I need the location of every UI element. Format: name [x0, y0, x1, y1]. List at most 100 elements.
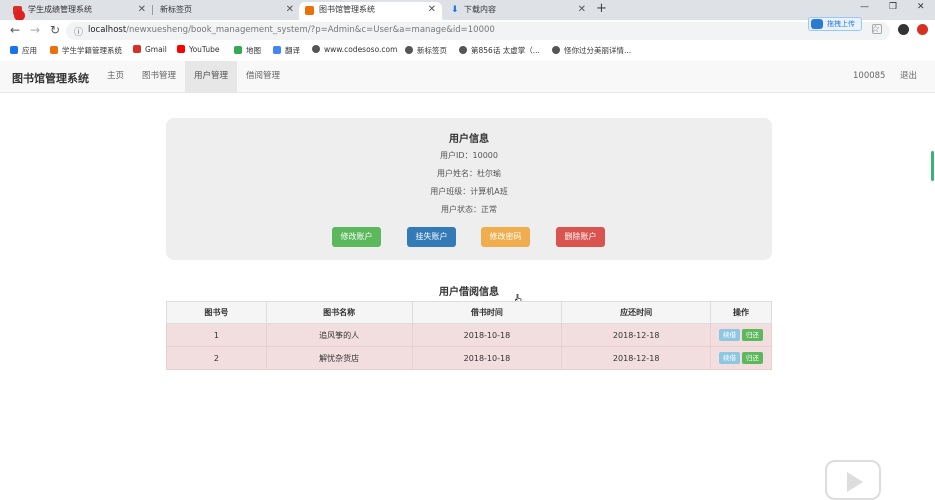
logout-link[interactable]: 退出: [900, 61, 917, 92]
info-icon[interactable]: ⓘ: [74, 25, 83, 38]
actions-cell: 续借 归还: [710, 346, 772, 370]
bookmark-episode-856[interactable]: 第856话 太虚掌（...: [459, 45, 540, 56]
bookmark-label: YouTube: [189, 45, 220, 54]
bookmark-label: 学生学籍管理系统: [62, 46, 122, 55]
actions-cell: 续借 归还: [710, 323, 772, 347]
due-date-cell: 2018-12-18: [561, 346, 712, 370]
renew-button[interactable]: 续借: [719, 352, 741, 364]
column-header: 图书名称: [265, 301, 413, 324]
renew-button[interactable]: 续借: [719, 329, 741, 341]
column-header: 操作: [710, 301, 772, 324]
apps-grid-icon: [10, 46, 18, 54]
url-input[interactable]: ⓘ localhost/newxuesheng/book_management_…: [66, 22, 890, 40]
back-arrow-icon[interactable]: ←: [10, 23, 20, 37]
recording-label: Rec: [33, 12, 46, 20]
nav-user-management[interactable]: 用户管理: [185, 61, 238, 92]
user-status-line: 用户状态：正常: [441, 205, 497, 214]
gmail-icon: [133, 45, 141, 53]
bookmark-label: 应用: [22, 46, 37, 55]
close-tab-icon[interactable]: ✕: [428, 2, 436, 18]
change-password-button[interactable]: 修改密码: [481, 227, 530, 247]
table-row: 1 追风筝的人 2018-10-18 2018-12-18 续借 归还: [166, 323, 772, 347]
bookmark-student-system[interactable]: 学生学籍管理系统: [50, 45, 122, 56]
nav-home[interactable]: 主页: [98, 61, 133, 92]
borrow-date-cell: 2018-10-18: [411, 323, 563, 347]
delete-account-button[interactable]: 删除账户: [556, 227, 605, 247]
play-triangle-icon: [847, 472, 863, 492]
forward-arrow-icon[interactable]: →: [30, 23, 40, 37]
upload-label: 拖拽上传: [827, 20, 855, 28]
book-name-cell: 解忧杂货店: [265, 346, 413, 370]
current-user-id[interactable]: 100085: [853, 61, 885, 92]
bookmark-song-details[interactable]: 怪你过分美丽详情...: [552, 45, 631, 56]
globe-icon: [552, 46, 560, 54]
tab-downloads[interactable]: ⬇ 下载内容 ✕: [442, 2, 592, 20]
plus-icon[interactable]: +: [596, 1, 607, 16]
close-tab-icon[interactable]: ✕: [138, 2, 146, 18]
drag-upload-button[interactable]: 拖拽上传: [808, 17, 862, 31]
bookmark-codesoso[interactable]: www.codesoso.com: [312, 45, 397, 54]
user-name-line: 用户姓名：杜尔瑜: [437, 169, 501, 178]
book-id-cell: 1: [166, 323, 267, 347]
globe-icon: [405, 46, 413, 54]
maps-icon: [234, 46, 242, 54]
maximize-icon[interactable]: ❐: [889, 2, 897, 12]
bookmarks-bar: 应用 学生学籍管理系统 Gmail YouTube 地图 翻译 www.code…: [0, 42, 935, 59]
bookmark-label: www.codesoso.com: [324, 45, 398, 54]
user-info-panel: 用户信息 用户ID：10000 用户姓名：杜尔瑜 用户班级：计算机A班 用户状态…: [166, 118, 772, 260]
column-header: 借书时间: [411, 301, 563, 324]
user-info-title: 用户信息: [449, 134, 489, 145]
bookmark-gmail[interactable]: Gmail: [133, 45, 167, 54]
table-header-row: 图书号 图书名称 借书时间 应还时间 操作: [166, 301, 772, 324]
profile-avatar-icon[interactable]: [898, 24, 909, 35]
user-class-line: 用户班级：计算机A班: [430, 187, 508, 196]
download-icon: ⬇: [451, 5, 459, 15]
report-lost-account-button[interactable]: 挂失账户: [407, 227, 456, 247]
minimize-icon[interactable]: —: [860, 2, 869, 12]
tab-library-system[interactable]: 图书馆管理系统 ✕: [299, 2, 442, 20]
tab-new-tab[interactable]: 新标签页 ✕: [148, 2, 300, 20]
bookmark-label: 翻译: [285, 46, 300, 55]
edit-account-button[interactable]: 修改账户: [332, 227, 381, 247]
extension-icon[interactable]: [872, 24, 882, 34]
close-tab-icon[interactable]: ✕: [286, 2, 294, 18]
bookmark-translate[interactable]: 翻译: [273, 45, 300, 56]
site-icon: [50, 46, 58, 54]
translate-icon: [273, 46, 281, 54]
globe-icon: [459, 46, 467, 54]
tab-title: 新标签页: [160, 5, 192, 14]
book-id-cell: 2: [166, 346, 267, 370]
nav-book-management[interactable]: 图书管理: [133, 61, 185, 92]
youtube-icon: [177, 45, 185, 53]
return-button[interactable]: 归还: [742, 329, 764, 341]
close-tab-icon[interactable]: ✕: [578, 2, 586, 18]
web-page: 图书馆管理系统 主页 图书管理 用户管理 借阅管理 100085 退出 用户信息…: [0, 61, 935, 500]
close-icon[interactable]: ✕: [917, 2, 925, 12]
cloud-upload-icon: [811, 19, 823, 29]
globe-icon: [312, 45, 320, 53]
borrow-info-title: 用户借阅信息: [439, 287, 499, 298]
url-path: /newxuesheng/book_management_system/?p=A…: [126, 25, 495, 35]
browser-menu-icon[interactable]: [917, 24, 928, 35]
video-play-watermark-icon: [825, 460, 881, 500]
due-date-cell: 2018-12-18: [561, 323, 712, 347]
bookmark-label: Gmail: [145, 45, 167, 54]
bookmark-label: 新标签页: [417, 46, 447, 55]
return-button[interactable]: 归还: [742, 352, 764, 364]
bookmark-maps[interactable]: 地图: [234, 45, 261, 56]
bookmark-youtube[interactable]: YouTube: [177, 45, 220, 54]
top-navbar: 图书馆管理系统 主页 图书管理 用户管理 借阅管理 100085 退出: [0, 61, 935, 93]
browser-tab-strip: 学生成绩管理系统 ✕ 新标签页 ✕ 图书馆管理系统 ✕ ⬇ 下载内容 ✕ + —…: [0, 0, 935, 20]
book-name-cell: 追风筝的人: [265, 323, 413, 347]
reload-icon[interactable]: ↻: [50, 23, 60, 37]
bookmark-new-tab[interactable]: 新标签页: [405, 45, 447, 56]
column-header: 应还时间: [561, 301, 712, 324]
scroll-indicator[interactable]: [931, 151, 934, 181]
tab-title: 图书馆管理系统: [319, 5, 375, 14]
nav-borrow-management[interactable]: 借阅管理: [237, 61, 289, 92]
bookmark-label: 怪你过分美丽详情...: [564, 46, 632, 55]
brand-title[interactable]: 图书馆管理系统: [12, 70, 89, 86]
address-bar-row: ← → ↻ ⓘ localhost/newxuesheng/book_manag…: [0, 20, 935, 42]
bookmark-apps[interactable]: 应用: [10, 45, 37, 56]
url-text: localhost/newxuesheng/book_management_sy…: [88, 25, 495, 35]
